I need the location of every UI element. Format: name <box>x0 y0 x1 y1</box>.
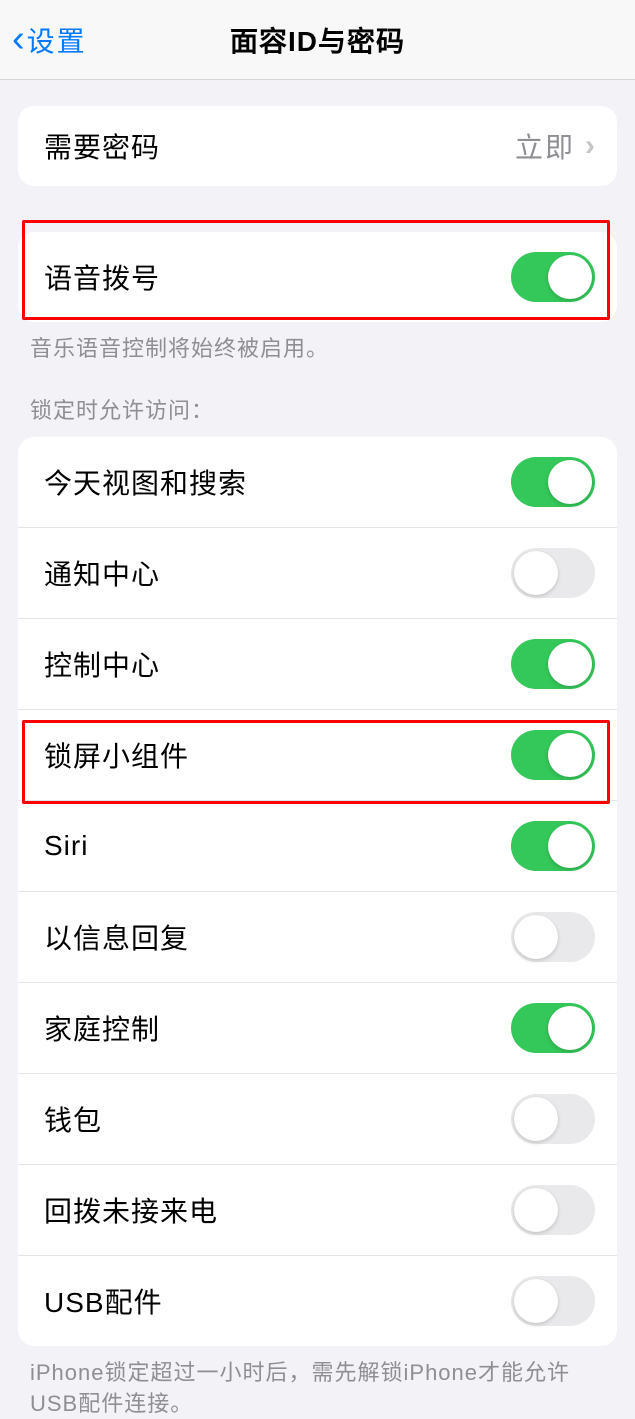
lockscreen-row-label: 今天视图和搜索 <box>44 462 247 502</box>
lockscreen-toggle[interactable] <box>511 821 595 871</box>
toggle-knob <box>514 1097 558 1141</box>
chevron-right-icon: › <box>585 129 595 163</box>
lockscreen-row: 通知中心 <box>18 527 617 618</box>
lockscreen-row-label: 回拨未接来电 <box>44 1190 218 1230</box>
voice-dial-group: 语音拨号 <box>18 232 617 322</box>
toggle-knob <box>548 824 592 868</box>
toggle-knob <box>514 915 558 959</box>
lockscreen-toggle[interactable] <box>511 1276 595 1326</box>
toggle-knob <box>514 1279 558 1323</box>
lockscreen-row-label: 控制中心 <box>44 644 160 684</box>
lockscreen-row: 控制中心 <box>18 618 617 709</box>
require-passcode-value: 立即 <box>515 126 575 166</box>
lockscreen-group: 今天视图和搜索通知中心控制中心锁屏小组件 Siri 以信息回复家庭控制钱包回拨未接来… <box>18 437 617 1346</box>
lockscreen-row-label: USB配件 <box>44 1281 163 1321</box>
lockscreen-row: 以信息回复 <box>18 891 617 982</box>
lockscreen-row-label: 家庭控制 <box>44 1008 160 1048</box>
lockscreen-row: Siri <box>18 800 617 891</box>
lockscreen-row-label: 通知中心 <box>44 553 160 593</box>
lockscreen-toggle[interactable] <box>511 912 595 962</box>
passcode-group: 需要密码 立即 › <box>18 106 617 186</box>
toggle-knob <box>548 733 592 777</box>
lockscreen-toggle[interactable] <box>511 730 595 780</box>
toggle-knob <box>514 1188 558 1232</box>
page-title: 面容ID与密码 <box>230 20 405 60</box>
lockscreen-footer: iPhone锁定超过一小时后，需先解锁iPhone才能允许USB配件连接。 <box>0 1346 635 1419</box>
back-button[interactable]: ‹ 设置 <box>0 18 87 61</box>
require-passcode-row[interactable]: 需要密码 立即 › <box>18 106 617 186</box>
toggle-knob <box>548 460 592 504</box>
lockscreen-header: 锁定时允许访问： <box>0 365 635 433</box>
lockscreen-row-label: 锁屏小组件 <box>44 735 189 775</box>
require-passcode-label: 需要密码 <box>44 126 160 166</box>
lockscreen-row-label: Siri <box>44 830 88 862</box>
lockscreen-toggle[interactable] <box>511 1185 595 1235</box>
toggle-knob <box>548 1006 592 1050</box>
lockscreen-row: 回拨未接来电 <box>18 1164 617 1255</box>
lockscreen-row-label: 钱包 <box>44 1099 102 1139</box>
back-label: 设置 <box>27 20 87 60</box>
toggle-knob <box>514 551 558 595</box>
lockscreen-row: USB配件 <box>18 1255 617 1346</box>
row-value-wrap: 立即 › <box>515 126 595 166</box>
lockscreen-toggle[interactable] <box>511 1094 595 1144</box>
lockscreen-toggle[interactable] <box>511 1003 595 1053</box>
lockscreen-row: 今天视图和搜索 <box>18 437 617 527</box>
toggle-knob <box>548 255 592 299</box>
lockscreen-row: 家庭控制 <box>18 982 617 1073</box>
voice-dial-footer: 音乐语音控制将始终被启用。 <box>0 322 635 365</box>
lockscreen-toggle[interactable] <box>511 457 595 507</box>
lockscreen-toggle[interactable] <box>511 548 595 598</box>
nav-bar: ‹ 设置 面容ID与密码 <box>0 0 635 80</box>
lockscreen-toggle[interactable] <box>511 639 595 689</box>
voice-dial-row: 语音拨号 <box>18 232 617 322</box>
lockscreen-row-label: 以信息回复 <box>44 917 189 957</box>
chevron-left-icon: ‹ <box>12 18 25 61</box>
lockscreen-row: 锁屏小组件 <box>18 709 617 800</box>
voice-dial-toggle[interactable] <box>511 252 595 302</box>
toggle-knob <box>548 642 592 686</box>
lockscreen-row: 钱包 <box>18 1073 617 1164</box>
voice-dial-label: 语音拨号 <box>44 257 160 297</box>
